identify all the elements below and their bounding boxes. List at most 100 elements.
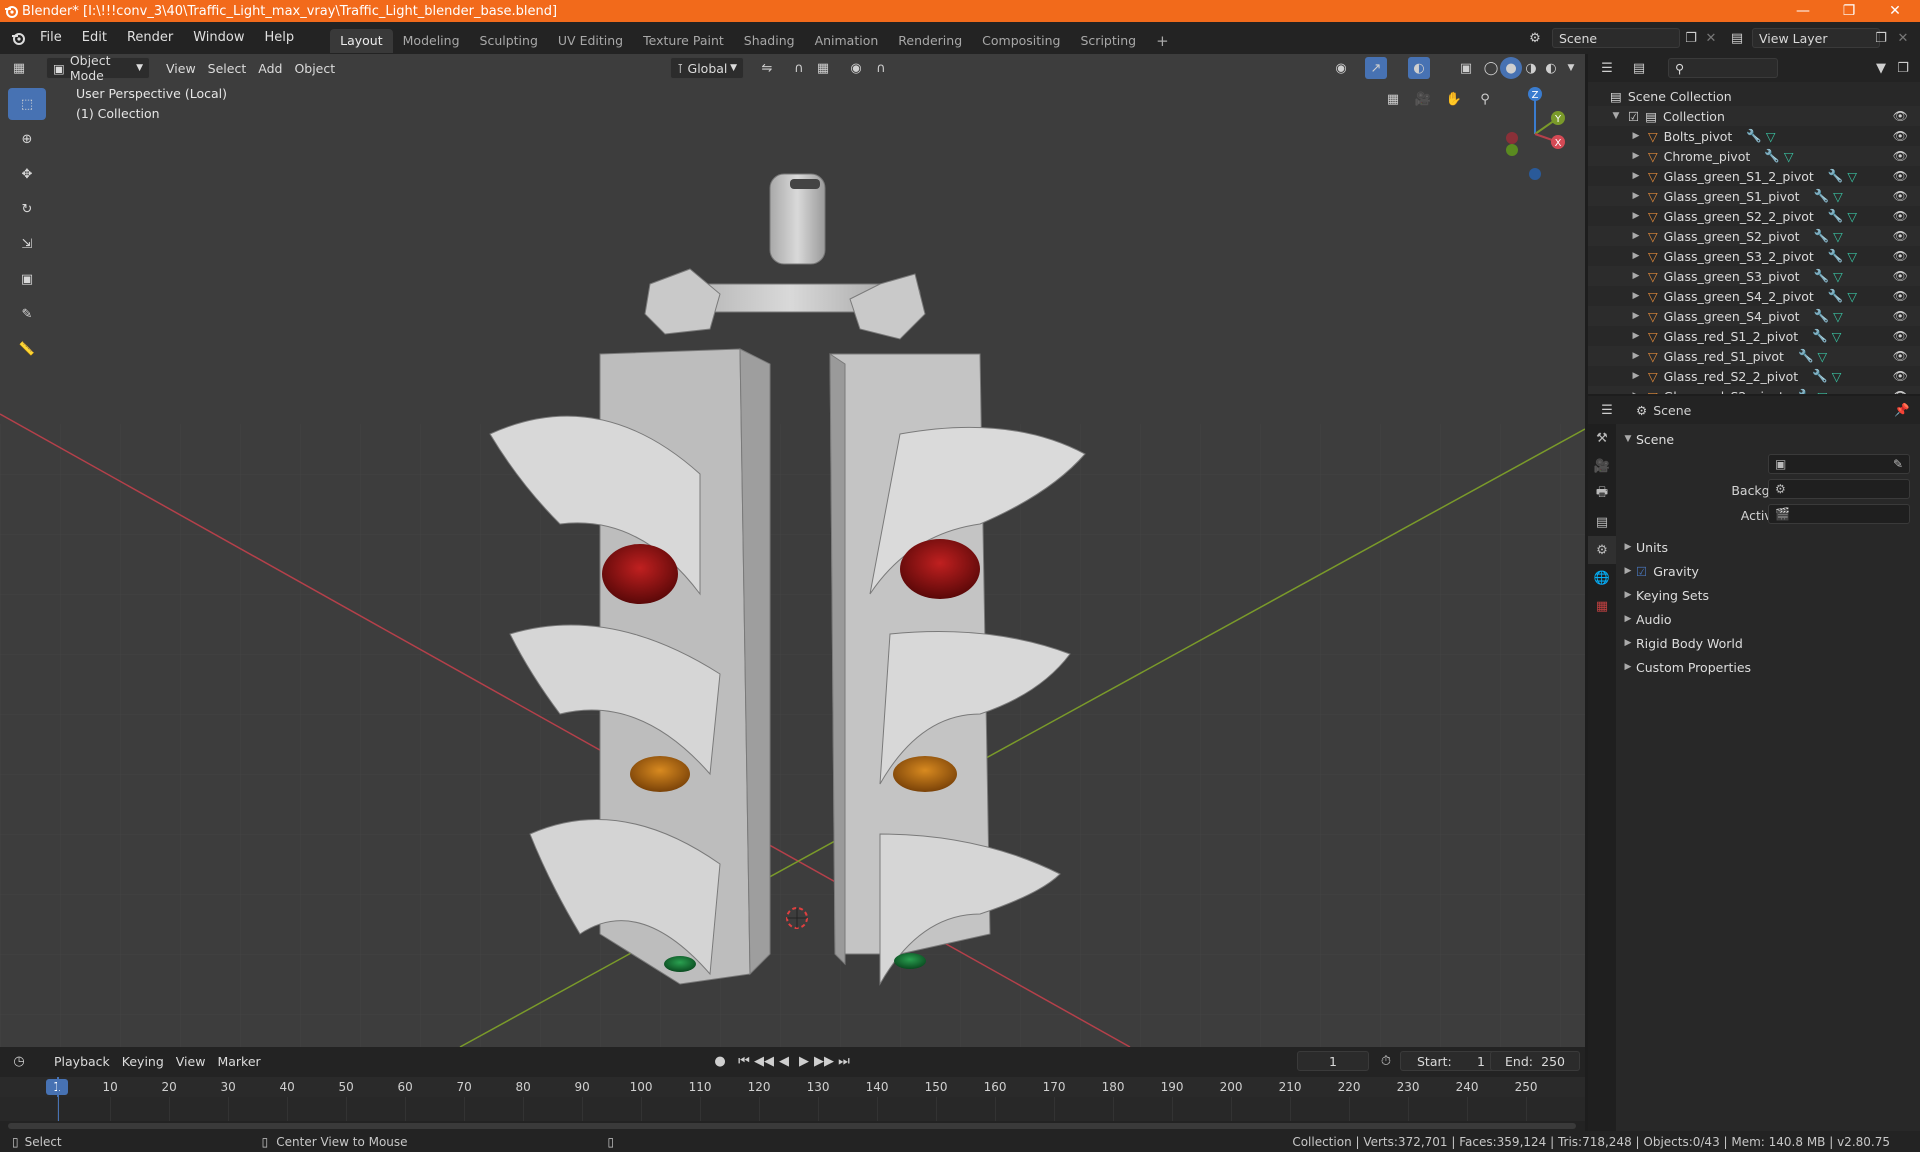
modifier-icon[interactable]: 🔧 <box>1828 248 1844 264</box>
expand-arrow-icon[interactable]: ▶ <box>1628 211 1644 221</box>
delete-scene-icon[interactable]: ✕ <box>1700 27 1722 49</box>
tab-layout[interactable]: Layout <box>330 29 393 53</box>
cursor-tool-icon[interactable]: ⊕ <box>8 123 46 155</box>
play-icon[interactable]: ▶ <box>793 1050 815 1072</box>
mesh-data-icon[interactable]: ▽ <box>1833 269 1843 284</box>
timeline-ruler[interactable]: 1102030405060708090100110120130140150160… <box>0 1077 1585 1097</box>
blender-menu-icon[interactable] <box>6 27 30 49</box>
timeline-editor-type-icon[interactable]: ◷ <box>8 1050 30 1072</box>
rigid-body-world-panel-header[interactable]: ▶ Rigid Body World <box>1620 632 1916 654</box>
checkbox-icon[interactable]: ☑ <box>1628 109 1639 124</box>
move-tool-icon[interactable]: ✥ <box>8 158 46 190</box>
modifier-icon[interactable]: 🔧 <box>1812 328 1828 344</box>
timeline-track[interactable] <box>0 1077 1585 1121</box>
next-keyframe-icon[interactable]: ▶▶ <box>813 1050 835 1072</box>
eye-icon[interactable]: 👁 <box>1893 129 1908 143</box>
tab-animation[interactable]: Animation <box>805 29 889 53</box>
eye-icon[interactable]: 👁 <box>1893 229 1908 243</box>
expand-arrow-icon[interactable]: ▶ <box>1628 171 1644 181</box>
mesh-data-icon[interactable]: ▽ <box>1818 389 1828 395</box>
eye-icon[interactable]: 👁 <box>1893 369 1908 383</box>
outliner-item[interactable]: ▶ ▽ Glass_green_S2_pivot 🔧 ▽ 👁 <box>1588 226 1920 246</box>
eye-icon[interactable]: 👁 <box>1893 209 1908 223</box>
menu-render[interactable]: Render <box>117 22 183 54</box>
mesh-data-icon[interactable]: ▽ <box>1832 369 1842 384</box>
shading-options-icon[interactable]: ▼ <box>1560 57 1582 79</box>
timeline-menu-view[interactable]: View <box>170 1050 212 1072</box>
outliner-item[interactable]: ▶ ▽ Glass_red_S2_pivot 🔧 ▽ 👁 <box>1588 386 1920 394</box>
render-tab-icon[interactable]: 🎥 <box>1588 452 1616 480</box>
snap-target-icon[interactable]: ▦ <box>812 57 834 79</box>
expand-arrow-icon[interactable]: ▶ <box>1628 371 1644 381</box>
pin-icon[interactable]: 📌 <box>1894 402 1910 418</box>
menu-file[interactable]: File <box>30 22 72 54</box>
navigation-gizmo[interactable]: Z Y X <box>1500 84 1570 184</box>
visibility-icon[interactable]: ◉ <box>1330 57 1352 79</box>
modifier-icon[interactable]: 🔧 <box>1828 168 1844 184</box>
mesh-data-icon[interactable]: ▽ <box>1766 129 1776 144</box>
eye-icon[interactable]: 👁 <box>1893 309 1908 323</box>
camera-field[interactable]: ▣ ✎ <box>1768 454 1910 474</box>
maximize-icon[interactable]: ❐ <box>1826 0 1872 22</box>
jump-start-icon[interactable]: ⏮ <box>733 1050 755 1072</box>
mesh-data-icon[interactable]: ▽ <box>1833 229 1843 244</box>
scene-name-field[interactable]: Scene <box>1552 28 1680 48</box>
outliner-item[interactable]: ▶ ▽ Glass_green_S4_2_pivot 🔧 ▽ 👁 <box>1588 286 1920 306</box>
menu-window[interactable]: Window <box>183 22 254 54</box>
display-mode-icon[interactable]: ▤ <box>1628 57 1650 79</box>
tab-uv-editing[interactable]: UV Editing <box>548 29 633 53</box>
eye-icon[interactable]: 👁 <box>1893 169 1908 183</box>
stopwatch-icon[interactable]: ⏱ <box>1375 1050 1397 1072</box>
tab-modeling[interactable]: Modeling <box>393 29 470 53</box>
pivot-point-icon[interactable]: ⇋ <box>756 57 778 79</box>
modifier-icon[interactable]: 🔧 <box>1812 368 1828 384</box>
active-movie-clip-field[interactable]: 🎬 <box>1768 504 1910 524</box>
tab-scripting[interactable]: Scripting <box>1071 29 1147 53</box>
falloff-icon[interactable]: ∩ <box>870 57 892 79</box>
outliner-item[interactable]: ▶ ▽ Glass_red_S2_2_pivot 🔧 ▽ 👁 <box>1588 366 1920 386</box>
wireframe-shading-icon[interactable]: ◯ <box>1480 57 1502 79</box>
viewport-menu-object[interactable]: Object <box>288 57 341 79</box>
tab-texture-paint[interactable]: Texture Paint <box>633 29 734 53</box>
xray-toggle-icon[interactable]: ▣ <box>1455 57 1477 79</box>
collapse-arrow-icon[interactable]: ▼ <box>1608 111 1624 121</box>
gizmo-toggle-icon[interactable]: ↗ <box>1365 57 1387 79</box>
tab-shading[interactable]: Shading <box>734 29 805 53</box>
mesh-data-icon[interactable]: ▽ <box>1847 169 1857 184</box>
outliner-item[interactable]: ▶ ▽ Glass_red_S1_2_pivot 🔧 ▽ 👁 <box>1588 326 1920 346</box>
add-workspace-button[interactable]: + <box>1146 29 1179 53</box>
expand-arrow-icon[interactable]: ▶ <box>1628 291 1644 301</box>
expand-arrow-icon[interactable]: ▶ <box>1628 231 1644 241</box>
outliner-item[interactable]: ▶ ▽ Glass_green_S2_2_pivot 🔧 ▽ 👁 <box>1588 206 1920 226</box>
outliner-collection[interactable]: ▼ ☑ ▤ Collection 👁 <box>1588 106 1920 126</box>
expand-arrow-icon[interactable]: ▶ <box>1628 131 1644 141</box>
new-collection-icon[interactable]: ❐ <box>1892 57 1914 79</box>
modifier-icon[interactable]: 🔧 <box>1798 388 1814 394</box>
eye-icon[interactable]: 👁 <box>1893 349 1908 363</box>
expand-arrow-icon[interactable]: ▶ <box>1628 251 1644 261</box>
snap-magnet-icon[interactable]: ∩ <box>788 57 810 79</box>
expand-arrow-icon[interactable]: ▶ <box>1628 391 1644 394</box>
world-tab-icon[interactable]: 🌐 <box>1588 564 1616 592</box>
material-shading-icon[interactable]: ◑ <box>1520 57 1542 79</box>
outliner-item[interactable]: ▶ ▽ Glass_green_S4_pivot 🔧 ▽ 👁 <box>1588 306 1920 326</box>
modifier-icon[interactable]: 🔧 <box>1814 188 1830 204</box>
view-layer-field[interactable]: View Layer <box>1752 28 1880 48</box>
keying-sets-panel-header[interactable]: ▶ Keying Sets <box>1620 584 1916 606</box>
object-mode-dropdown[interactable]: ▣ Object Mode ▼ <box>46 54 150 83</box>
viewport-menu-view[interactable]: View <box>160 57 202 79</box>
delete-view-layer-icon[interactable]: ✕ <box>1892 27 1914 49</box>
modifier-icon[interactable]: 🔧 <box>1828 208 1844 224</box>
jump-end-icon[interactable]: ⏭ <box>833 1050 855 1072</box>
overlays-toggle-icon[interactable]: ◐ <box>1408 57 1430 79</box>
outliner-item[interactable]: ▶ ▽ Chrome_pivot 🔧 ▽ 👁 <box>1588 146 1920 166</box>
units-panel-header[interactable]: ▶ Units <box>1620 536 1916 558</box>
mesh-data-icon[interactable]: ▽ <box>1833 309 1843 324</box>
scene-tab-icon[interactable]: ⚙ <box>1588 536 1616 564</box>
scale-tool-icon[interactable]: ⇲ <box>8 228 46 260</box>
tab-sculpting[interactable]: Sculpting <box>470 29 548 53</box>
select-box-tool-icon[interactable]: ⬚ <box>8 88 46 120</box>
transform-tool-icon[interactable]: ▣ <box>8 263 46 295</box>
pan-hand-icon[interactable]: ✋ <box>1443 88 1465 110</box>
zoom-icon[interactable]: ⚲ <box>1474 88 1496 110</box>
